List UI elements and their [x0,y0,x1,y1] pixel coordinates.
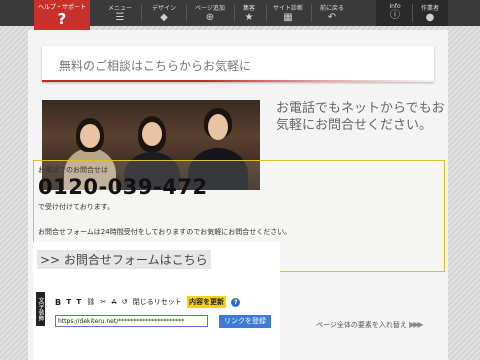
toolbar-worker-button[interactable]: 作業者 ● [414,0,446,26]
update-content-button[interactable]: 内容を更新 [186,296,226,308]
toolbar-design-label: デザイン [151,5,176,12]
photo-face [208,114,228,140]
form-note-text: お問合せフォームは24時間受付をしておりますのでお気軽にお問合せください。 [38,228,292,236]
contact-form-link[interactable]: >> お問合せフォームはこちら [37,250,211,269]
link-url-input[interactable] [55,315,208,327]
phone-number: 0120-039-472 [38,175,208,199]
phone-hours-text: で受け付けております。 [38,203,115,211]
toolbar-marketing-button[interactable]: 集客 ★ [236,0,262,26]
toolbar-divider [311,4,312,22]
toolbar-add-page-button[interactable]: ページ追加 ⊕ [188,0,232,26]
toolbar-menu-label: メニュー [107,5,132,12]
unlink-icon[interactable]: ✂ [101,298,107,306]
toolbar-diagnosis-label: サイト診断 [272,5,303,12]
page-element-swap[interactable]: ページ全体の要素を入れ替え ▶▶▶ [316,320,424,330]
toolbar-divider [234,4,235,22]
toolbar-add-page-label: ページ追加 [195,5,225,12]
undo-icon[interactable]: ↺ [122,298,128,306]
add-page-icon: ⊕ [205,12,215,23]
link-editor: >> お問合せフォームはこちら 文字装飾 B T T ⛓ ✂ A ↺ 閉じるリセ… [33,242,280,360]
back-arrow-icon: ↶ [327,12,337,23]
menu-icon: ☰ [115,12,125,23]
toolbar-diagnosis-button[interactable]: サイト診断 ▦ [268,0,308,26]
toolbar-menu-button[interactable]: メニュー ☰ [102,0,138,26]
info-icon: ⓘ [390,10,400,21]
toolbar-divider [186,4,187,22]
help-icon[interactable]: ? [231,297,241,307]
consult-banner[interactable]: 無料のご相談はこちらからお気軽に [42,46,434,82]
toolbar-divider [266,4,267,22]
top-toolbar: ヘルプ・サポート ? メニュー ☰ デザイン ◆ ページ追加 ⊕ 集客 ★ サイ… [0,0,480,30]
toolbar-marketing-label: 集客 [242,5,255,12]
strikethrough-button[interactable]: A [112,298,117,306]
toolbar-info-button[interactable]: Info ⓘ [380,0,410,26]
chart-icon: ▦ [283,12,293,23]
bold-button[interactable]: B [55,298,61,307]
text-size-button[interactable]: T [66,298,71,306]
toolbar-back-label: 前に戻る [319,5,344,12]
banner-title: 無料のご相談はこちらからお気軽に [59,59,252,73]
text-format-toolbar: B T T ⛓ ✂ A ↺ 閉じるリセット 内容を更新 ? [55,296,241,310]
contact-headline: お電話でもネットからでもお気軽にお問合せください。 [276,101,445,133]
editor-side-label: 文字装飾 [36,292,45,326]
close-reset-button[interactable]: 閉じるリセット [133,297,182,307]
page-switch-label: ページ全体の要素を入れ替え [316,321,407,329]
toolbar-divider [141,4,142,22]
drop-icon: ◆ [160,12,168,23]
toolbar-design-button[interactable]: デザイン ◆ [144,0,184,26]
link-icon[interactable]: ⛓ [86,298,95,306]
text-style-button[interactable]: T [76,298,81,306]
register-link-button[interactable]: リンクを登録 [219,315,271,328]
toolbar-worker-label: 作業者 [420,5,439,12]
marketing-icon: ★ [244,12,254,23]
photo-face [142,122,162,146]
triple-arrow-icon: ▶▶▶ [409,320,424,329]
toolbar-info-label: Info [389,3,401,10]
user-icon: ● [425,12,435,23]
help-support-button[interactable]: ヘルプ・サポート ? [34,0,90,30]
toolbar-divider [412,4,413,22]
photo-face [80,124,100,148]
question-icon: ? [57,10,67,28]
phone-lead-text: お電話でのお問合せは [38,166,108,174]
toolbar-right-group: Info ⓘ 作業者 ● [376,0,448,26]
banner-accent-line [42,80,434,82]
toolbar-back-button[interactable]: 前に戻る ↶ [313,0,351,26]
